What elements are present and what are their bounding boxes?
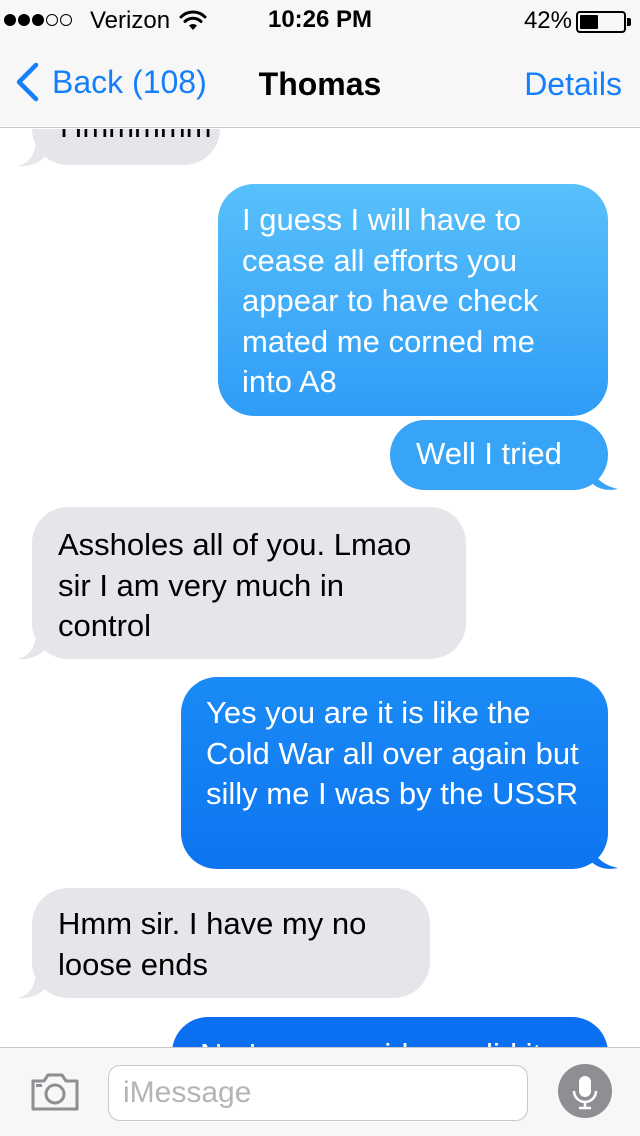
camera-icon[interactable]: [30, 1072, 80, 1112]
message-text: Well I tried: [416, 436, 562, 471]
message-text: I guess I will have to cease all efforts…: [242, 202, 539, 399]
outgoing-bubble-tail: [592, 842, 618, 869]
battery-icon: [576, 11, 632, 33]
microphone-icon: [572, 1076, 598, 1110]
outgoing-message-bubble[interactable]: I guess I will have to cease all efforts…: [218, 184, 608, 416]
message-input[interactable]: [108, 1065, 528, 1121]
message-text: Yes you are it is like the Cold War all …: [206, 695, 579, 811]
outgoing-bubble-tail: [592, 463, 618, 490]
outgoing-message-bubble[interactable]: Well I tried: [390, 420, 608, 490]
incoming-bubble-tail: [18, 971, 46, 999]
message-input-bar: [0, 1047, 640, 1136]
incoming-message-bubble[interactable]: Hmm sir. I have my no loose ends: [32, 888, 430, 998]
outgoing-message-bubble[interactable]: No I never said you did it: [172, 1017, 608, 1047]
battery-percentage: 42%: [523, 7, 572, 34]
incoming-message-bubble[interactable]: Hmmmmm: [32, 129, 220, 165]
message-text: No I never said you did it: [200, 1037, 541, 1047]
message-text: Hmmmmm: [60, 129, 212, 144]
status-bar: Verizon 10:26 PM 42%: [0, 0, 640, 40]
message-text: Assholes all of you. Lmao sir I am very …: [58, 527, 412, 643]
incoming-message-bubble[interactable]: Assholes all of you. Lmao sir I am very …: [32, 507, 466, 659]
message-text: Hmm sir. I have my no loose ends: [58, 906, 367, 982]
incoming-bubble-tail: [18, 632, 46, 660]
outgoing-message-bubble[interactable]: Yes you are it is like the Cold War all …: [181, 677, 608, 869]
battery-body: [576, 11, 626, 33]
incoming-bubble-tail: [18, 139, 46, 167]
details-button[interactable]: Details: [524, 66, 622, 103]
message-thread[interactable]: Hmmmmm I guess I will have to cease all …: [0, 129, 640, 1047]
battery-tip: [627, 18, 631, 26]
navigation-bar: Back (108) Thomas Details: [0, 40, 640, 128]
microphone-button[interactable]: [558, 1064, 612, 1118]
battery-fill: [580, 15, 598, 29]
